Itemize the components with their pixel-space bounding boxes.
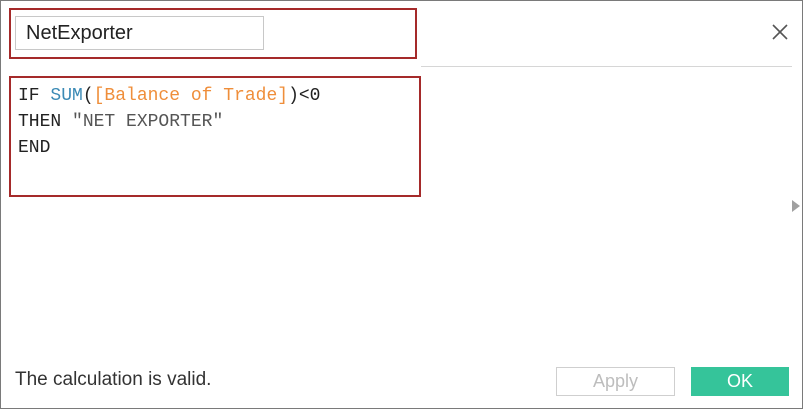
- keyword-end: END: [18, 138, 51, 158]
- formula-editor[interactable]: IF SUM([Balance of Trade])<0 THEN "NET E…: [18, 83, 414, 161]
- keyword-if: IF: [18, 86, 51, 106]
- string-literal: "NET EXPORTER": [72, 112, 224, 132]
- calculation-name-input[interactable]: [15, 16, 264, 50]
- condition-tail: )<0: [288, 86, 321, 106]
- field-reference: [Balance of Trade]: [93, 86, 289, 106]
- header-separator: [421, 66, 792, 67]
- calculation-dialog: IF SUM([Balance of Trade])<0 THEN "NET E…: [0, 0, 803, 409]
- paren-open: (: [82, 86, 94, 106]
- ok-button[interactable]: OK: [691, 367, 789, 396]
- keyword-then: THEN: [18, 112, 73, 132]
- apply-button[interactable]: Apply: [556, 367, 675, 396]
- validation-status: The calculation is valid.: [15, 369, 212, 390]
- close-icon[interactable]: [768, 20, 792, 44]
- triangle-right-icon[interactable]: [791, 199, 801, 213]
- function-sum: SUM: [50, 86, 83, 106]
